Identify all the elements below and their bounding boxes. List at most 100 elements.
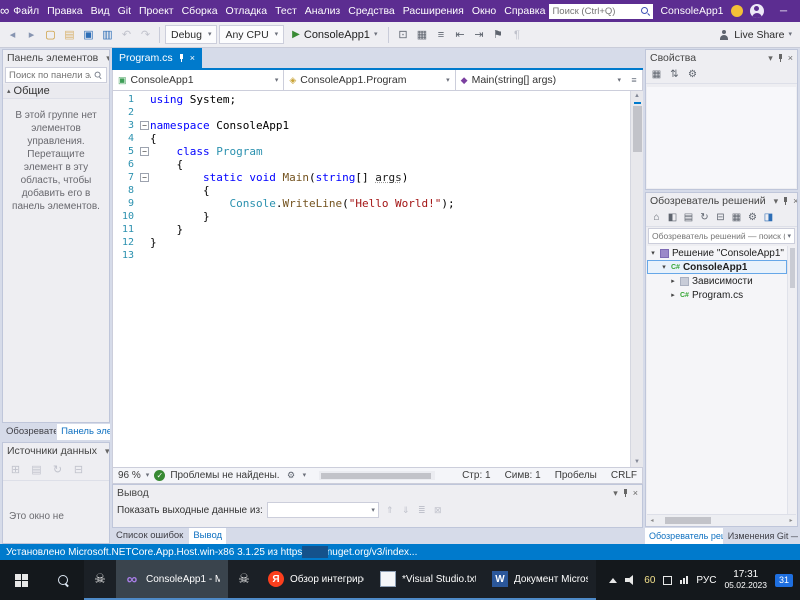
save-icon[interactable]: ▣ [80, 26, 97, 43]
tray-expand-icon[interactable] [609, 577, 618, 583]
scrollbar-thumb[interactable] [632, 106, 642, 152]
code-line-3[interactable]: 3− namespace ConsoleApp1 [113, 119, 630, 132]
taskbar-item-4[interactable]: *Visual Studio.txt - [372, 560, 484, 600]
expander-icon[interactable]: ▸ [669, 277, 677, 285]
collapse-all-icon[interactable]: ⊟ [713, 210, 728, 225]
user-avatar[interactable] [749, 4, 764, 18]
menu-item-9[interactable]: Средства [344, 0, 399, 22]
chevron-down-icon[interactable]: ▾ [105, 446, 109, 456]
editor-status-item-2[interactable]: Пробелы [555, 470, 597, 481]
home-icon[interactable]: ⌂ [649, 210, 664, 225]
right-panel-tabs-tab-1[interactable]: Изменения Git — п... [724, 528, 798, 544]
menu-item-11[interactable]: Окно [468, 0, 500, 22]
code-line-12[interactable]: 12} [113, 236, 630, 249]
tray-app-icon[interactable] [663, 575, 673, 585]
categorized-icon[interactable]: ▦ [649, 67, 664, 82]
toolbox-group-general[interactable]: ▴ Общие [3, 84, 109, 99]
nav-forward-icon[interactable]: ▸ [23, 26, 40, 43]
properties-icon[interactable]: ⚙ [745, 210, 760, 225]
scroll-down-icon[interactable]: ▼ [634, 457, 640, 467]
add-data-source-icon[interactable]: ⊞ [7, 461, 24, 478]
platform-dropdown[interactable]: Any CPU ▾ [219, 25, 285, 44]
more-commands-icon[interactable]: ¶ [508, 26, 525, 43]
open-file-icon[interactable]: ▤ [61, 26, 78, 43]
network-icon[interactable] [680, 576, 689, 584]
scrollbar-thumb[interactable] [789, 248, 795, 288]
code-cleanup-icon[interactable]: ⚙ [285, 469, 298, 482]
sync-active-document-icon[interactable]: ◨ [761, 210, 776, 225]
member-dropdown[interactable]: ◆ Main(string[] args) ▾ [456, 70, 626, 90]
tree-item-1[interactable]: ▾ C# ConsoleApp1 [647, 260, 787, 274]
property-pages-icon[interactable]: ⚙ [685, 67, 700, 82]
maximize-button[interactable]: □ [796, 0, 800, 22]
solution-explorer-search[interactable]: ▾ [648, 228, 795, 244]
output-header[interactable]: Вывод ▾ × [113, 485, 642, 501]
properties-header[interactable]: Свойства ▾ × [646, 50, 797, 66]
indent-decrease-icon[interactable]: ⇤ [451, 26, 468, 43]
solution-explorer-search-input[interactable] [652, 231, 786, 241]
taskbar-item-3[interactable]: Я Обзор интегриров... [260, 560, 372, 600]
left-panel-tabs-tab-0[interactable]: Обозревате... [2, 424, 56, 440]
refresh-icon[interactable]: ↻ [697, 210, 712, 225]
project-dropdown[interactable]: ▣ ConsoleApp1 ▾ [113, 70, 285, 90]
alphabetical-icon[interactable]: ⇅ [667, 67, 682, 82]
switch-views-icon[interactable]: ◧ [665, 210, 680, 225]
pin-icon[interactable] [782, 196, 789, 206]
scrollbar-thumb[interactable] [321, 472, 432, 479]
quick-launch-input[interactable] [552, 5, 641, 17]
code-line-4[interactable]: 4{ [113, 132, 630, 145]
save-all-icon[interactable]: ▥ [99, 26, 116, 43]
scroll-up-icon[interactable]: ▲ [634, 91, 640, 101]
menu-item-8[interactable]: Анализ [301, 0, 344, 22]
volume-icon[interactable] [625, 575, 636, 585]
code-line-9[interactable]: 9 Console.WriteLine("Hello World!"); [113, 197, 630, 210]
scrollbar-thumb[interactable] [665, 516, 711, 524]
pin-icon[interactable] [622, 488, 629, 498]
attach-debugger-icon[interactable]: ⊡ [394, 26, 411, 43]
taskbar-item-5[interactable]: W Документ Microso... [484, 560, 596, 600]
edit-data-source-icon[interactable]: ▤ [28, 461, 45, 478]
prev-message-icon[interactable]: ⇑ [383, 503, 397, 517]
taskbar-search-button[interactable] [42, 560, 84, 600]
tab-program-cs[interactable]: Program.cs × [112, 48, 202, 68]
menu-item-10[interactable]: Расширения [399, 0, 468, 22]
pending-changes-icon[interactable]: ▤ [681, 210, 696, 225]
code-editor[interactable]: 1 using System; 2 3− namespace ConsoleApp1 4{… [112, 91, 630, 467]
code-line-2[interactable]: 2 [113, 106, 630, 119]
menu-item-1[interactable]: Правка [43, 0, 86, 22]
explorer-horizontal-scrollbar[interactable]: ◂ ▸ [647, 514, 796, 525]
notification-count-badge[interactable]: 31 [775, 573, 793, 587]
code-line-1[interactable]: 1 using System; [113, 93, 630, 106]
code-line-8[interactable]: 8 { [113, 184, 630, 197]
code-line-7[interactable]: 7− static void Main(string[] args) [113, 171, 630, 184]
editor-status-item-0[interactable]: Стр: 1 [462, 470, 490, 481]
editor-status-item-1[interactable]: Симв: 1 [505, 470, 541, 481]
taskbar-item-1[interactable]: ∞ ConsoleApp1 - Mic... [116, 560, 228, 600]
menu-item-0[interactable]: Файл [9, 0, 43, 22]
chevron-down-icon[interactable]: ▾ [146, 472, 150, 479]
minimize-button[interactable]: ─ [772, 0, 796, 22]
expander-icon[interactable]: ▸ [669, 291, 677, 299]
type-dropdown[interactable]: ◈ ConsoleApp1.Program ▾ [284, 70, 456, 90]
remove-data-source-icon[interactable]: ⊟ [70, 461, 87, 478]
zoom-level[interactable]: 96 % [118, 470, 141, 481]
horizontal-scrollbar[interactable] [319, 471, 436, 480]
notifications-icon[interactable] [730, 5, 743, 17]
fold-collapse-icon[interactable]: − [140, 121, 149, 130]
indent-increase-icon[interactable]: ⇥ [470, 26, 487, 43]
show-all-files-icon[interactable]: ▦ [729, 210, 744, 225]
battery-level[interactable]: 60 [644, 575, 655, 586]
code-line-5[interactable]: 5− class Program [113, 145, 630, 158]
close-icon[interactable]: × [190, 53, 195, 63]
editor-status-item-3[interactable]: CRLF [611, 470, 637, 481]
bottom-panel-tabs-tab-1[interactable]: Вывод [189, 528, 227, 544]
bottom-panel-tabs-tab-0[interactable]: Список ошибок [112, 528, 187, 544]
chevron-down-icon[interactable]: ▾ [768, 53, 773, 63]
show-lines-icon[interactable]: ≡ [432, 26, 449, 43]
menu-item-12[interactable]: Справка [500, 0, 549, 22]
fold-collapse-icon[interactable]: − [140, 147, 149, 156]
solution-explorer-header[interactable]: Обозреватель решений ▾ × [646, 193, 797, 209]
clear-all-icon[interactable]: ⊠ [431, 503, 445, 517]
undo-icon[interactable]: ↶ [118, 26, 135, 43]
explorer-vertical-scrollbar[interactable] [787, 246, 796, 514]
